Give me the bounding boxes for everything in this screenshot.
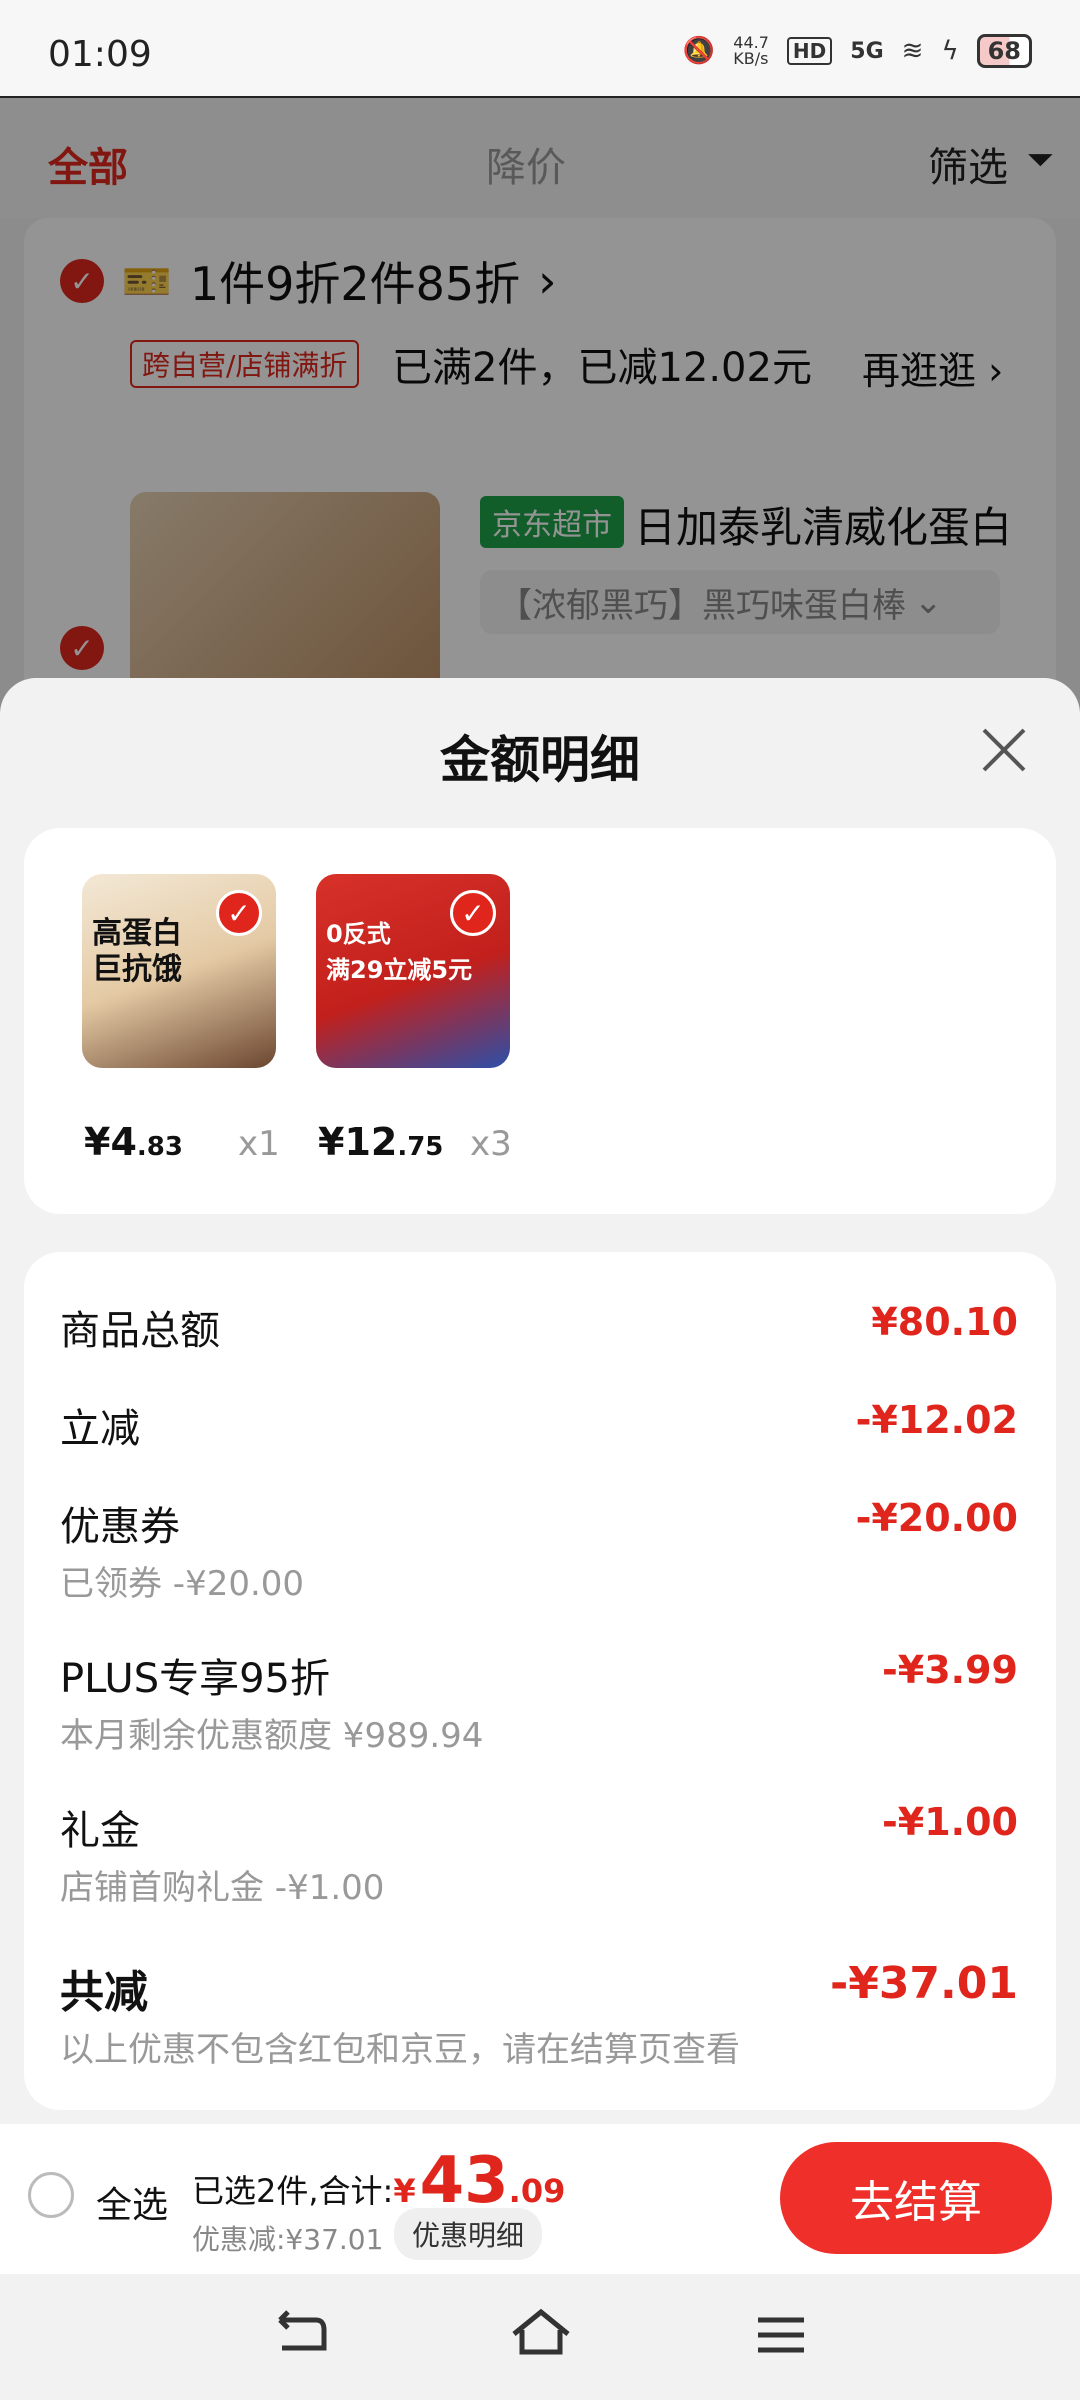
charging-icon: ϟ [941,36,959,66]
close-icon[interactable] [976,722,1032,778]
gift-sub: 店铺首购礼金 -¥1.00 [60,1868,385,1908]
home-icon[interactable] [506,2300,576,2370]
checkout-button[interactable]: 去结算 [780,2142,1052,2254]
gift-value: -¥1.00 [882,1800,1018,1844]
status-time: 01:09 [48,34,152,75]
goods-total-value: ¥80.10 [871,1300,1018,1344]
item-price-dec: .75 [397,1132,444,1162]
item-price-int: ¥12 [318,1120,398,1164]
mute-icon: 🔕 [682,36,716,66]
item-price: ¥12.75 [318,1120,443,1164]
coupon-sub: 已领券 -¥20.00 [60,1564,305,1604]
item-price: ¥4.83 [84,1120,183,1164]
sheet-title: 金额明细 [440,731,640,789]
plus-label: PLUS专享95折 [60,1656,330,1702]
instant-off-label: 立减 [60,1406,140,1452]
item-price-dec: .83 [136,1132,183,1162]
wifi-icon: ≋ [901,36,924,66]
item-price-int: ¥4 [84,1120,137,1164]
battery-icon: 68 [976,34,1032,68]
item-qty: x3 [470,1124,512,1164]
amount-currency: ¥ [393,2172,416,2210]
network-icon: 5G [850,38,884,64]
instant-off-value: -¥12.02 [855,1398,1018,1442]
item-qty: x1 [238,1124,280,1164]
amount-integer: 43 [419,2144,509,2218]
item-thumbnail[interactable]: 0反式 满29立减5元 ✓ [316,874,510,1068]
total-off-value: -¥37.01 [829,1958,1018,2009]
select-all-radio[interactable] [28,2172,74,2218]
item-thumbnail[interactable]: 高蛋白 巨抗饿 ✓ [82,874,276,1068]
item-thumb-text: 高蛋白 巨抗饿 [92,916,182,987]
amount-decimal: .09 [508,2172,566,2210]
coupon-label: 优惠券 [60,1504,180,1550]
plus-value: -¥3.99 [882,1648,1018,1692]
discount-detail-button[interactable]: 优惠明细 [394,2208,543,2260]
total-off-label: 共减 [60,1967,148,2018]
gift-label: 礼金 [60,1808,140,1854]
net-speed: 44.7 KB/s [733,33,769,68]
check-icon[interactable]: ✓ [216,890,262,936]
check-icon[interactable]: ✓ [450,890,496,936]
selected-text: 已选2件,合计: [192,2172,394,2210]
discount-summary: 优惠减:¥37.01 [192,2223,384,2256]
item-thumb-text: 0反式 满29立减5元 [326,920,473,984]
select-all-label[interactable]: 全选 [96,2176,168,2228]
selected-summary: 已选2件,合计: ¥ 43 .09 [192,2144,565,2218]
plus-sub: 本月剩余优惠额度 ¥989.94 [60,1716,484,1756]
hd-icon: HD [786,37,833,65]
back-icon[interactable] [266,2300,336,2370]
menu-icon[interactable] [746,2300,816,2370]
coupon-value: -¥20.00 [855,1496,1018,1540]
total-off-note: 以上优惠不包含红包和京豆，请在结算页查看 [60,2030,740,2070]
goods-total-label: 商品总额 [60,1308,220,1354]
status-icons: 🔕 44.7 KB/s HD 5G ≋ ϟ 68 [683,34,1032,68]
